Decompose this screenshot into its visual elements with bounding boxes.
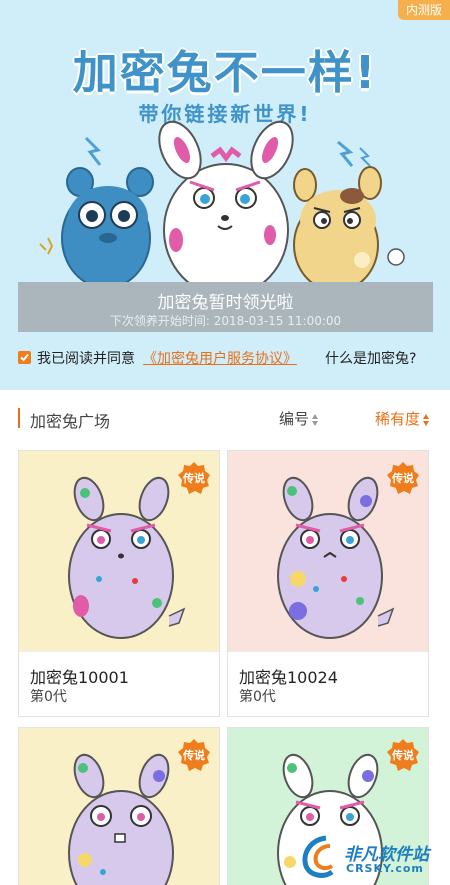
agree-checkbox[interactable] (18, 351, 31, 364)
square-header: 加密兔广场 编号 稀有度 (0, 390, 450, 445)
user-agreement-link[interactable]: 《加密兔用户服务协议》 (143, 348, 297, 368)
checkmark-icon (20, 353, 29, 362)
beta-badge: 内测版 (398, 0, 450, 20)
watermark-line2: CRSKY.com (346, 862, 424, 875)
badge-label: 传说 (183, 749, 205, 762)
rabbit-generation: 第0代 (239, 689, 276, 705)
sort-by-rarity[interactable]: 稀有度 (375, 408, 431, 429)
rabbit-name: 加密兔10001 (30, 668, 129, 687)
sort-arrows-icon (423, 413, 431, 427)
rabbit-generation: 第0代 (30, 689, 67, 705)
card-info: 加密兔10024 第0代 (228, 651, 428, 716)
legendary-badge: 传说 (177, 461, 211, 495)
agreement-row: 我已阅读并同意 《加密兔用户服务协议》 什么是加密兔? (18, 347, 438, 367)
sort-by-number[interactable]: 编号 (279, 408, 320, 429)
claim-status-title: 加密兔暂时领光啦 (157, 293, 294, 313)
section-accent-bar (18, 408, 20, 428)
crsky-logo-icon (302, 835, 334, 878)
square-title: 加密兔广场 (30, 412, 111, 431)
next-adoption-time: 下次领养开始时间: 2018-03-15 11:00:00 (109, 314, 342, 328)
hero-banner: 内测版 加密兔不一样! 带你链接新世界! 加密兔暂时领光啦 下次领养开始时间: … (0, 0, 450, 390)
rabbit-card[interactable]: 传说 加密兔10001 第0代 (18, 450, 220, 717)
claim-status-box: 加密兔暂时领光啦 下次领养开始时间: 2018-03-15 11:00:00 (18, 282, 433, 332)
badge-label: 传说 (392, 749, 414, 762)
sort-by-rarity-label: 稀有度 (375, 410, 421, 428)
what-is-rabbit-link[interactable]: 什么是加密兔? (325, 348, 416, 368)
rabbit-card[interactable]: 传说 (18, 727, 220, 885)
agree-label: 我已阅读并同意 (37, 351, 135, 367)
crsky-watermark: 非凡软件站 CRSKY.com (296, 832, 446, 882)
hero-title: 加密兔不一样! (72, 46, 378, 99)
legendary-badge: 传说 (386, 738, 420, 772)
legendary-badge: 传说 (177, 738, 211, 772)
rabbit-card[interactable]: 传说 加密兔10024 第0代 (227, 450, 429, 717)
sort-by-number-label: 编号 (279, 410, 310, 428)
legendary-badge: 传说 (386, 461, 420, 495)
badge-label: 传说 (392, 472, 414, 485)
rabbit-name: 加密兔10024 (239, 668, 338, 687)
sort-arrows-icon (312, 413, 320, 427)
badge-label: 传说 (183, 472, 205, 485)
rabbit-trio-illustration (39, 120, 405, 290)
card-info: 加密兔10001 第0代 (19, 651, 219, 716)
